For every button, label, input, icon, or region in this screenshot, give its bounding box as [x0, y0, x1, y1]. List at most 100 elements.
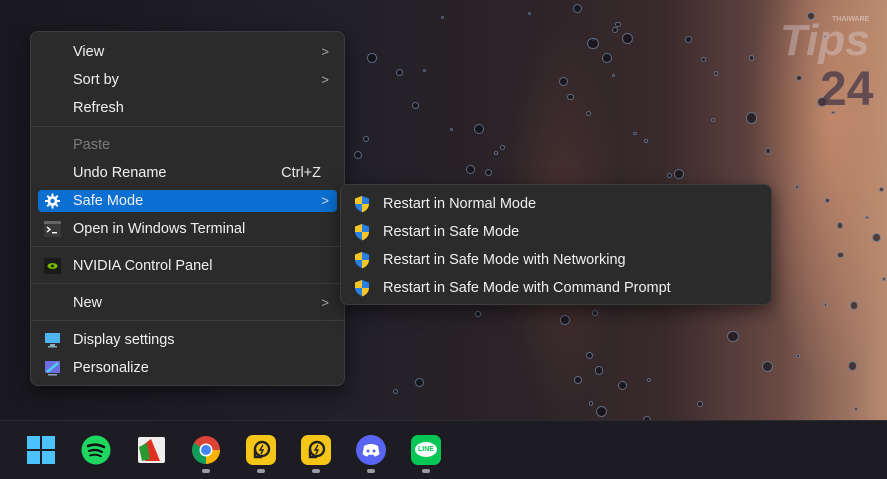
menu-label: NVIDIA Control Panel: [73, 258, 213, 274]
raindrop: [493, 150, 498, 155]
menu-label: Sort by: [73, 72, 119, 88]
uac-shield-icon: [355, 280, 369, 297]
chevron-right-icon: >: [321, 193, 329, 208]
raindrop: [612, 26, 619, 34]
raindrop: [414, 377, 424, 387]
raindrop: [761, 360, 774, 373]
menu-item-display-settings[interactable]: Display settings: [38, 329, 337, 351]
raindrop: [395, 68, 404, 76]
submenu-item-restart-safe-networking[interactable]: Restart in Safe Mode with Networking: [349, 248, 763, 272]
terminal-icon: [44, 221, 61, 237]
raindrop: [392, 389, 398, 395]
submenu-item-restart-safe-cmd[interactable]: Restart in Safe Mode with Command Prompt: [349, 276, 763, 300]
nvidia-icon: [44, 258, 61, 274]
raindrop: [440, 15, 445, 20]
menu-label: Personalize: [73, 360, 149, 376]
raindrop: [881, 276, 887, 282]
raindrop: [596, 406, 608, 418]
submenu-item-restart-safe-mode[interactable]: Restart in Safe Mode: [349, 220, 763, 244]
menu-separator: [31, 246, 344, 247]
running-indicator: [312, 469, 320, 473]
line-label: LINE: [415, 442, 437, 457]
raindrop: [450, 127, 454, 131]
raindrop: [473, 124, 484, 135]
raindrop: [879, 187, 885, 193]
line-icon[interactable]: LINE: [411, 435, 441, 465]
raindrop: [697, 401, 704, 408]
running-indicator: [202, 469, 210, 473]
menu-label: Restart in Safe Mode: [383, 224, 520, 240]
raindrop: [567, 93, 574, 101]
menu-item-open-terminal[interactable]: Open in Windows Terminal: [38, 218, 337, 240]
raindrop: [685, 36, 692, 43]
raindrop: [573, 375, 583, 384]
shortcut-text: Ctrl+Z: [281, 165, 321, 181]
discord-icon[interactable]: [356, 435, 386, 465]
menu-item-new[interactable]: New >: [38, 292, 337, 314]
raindrop: [849, 301, 859, 310]
desktop-context-menu: View > Sort by > Refresh Paste Undo Rename…: [30, 31, 345, 386]
raindrop: [666, 172, 673, 179]
raindrop: [710, 117, 716, 123]
menu-item-sort-by[interactable]: Sort by >: [38, 69, 337, 91]
ldplayer-icon[interactable]: [246, 435, 276, 465]
menu-item-safe-mode[interactable]: Safe Mode >: [38, 190, 337, 212]
menu-separator: [31, 320, 344, 321]
chevron-right-icon: >: [321, 72, 329, 87]
menu-item-refresh[interactable]: Refresh: [38, 97, 337, 119]
raindrop: [847, 361, 858, 372]
menu-item-nvidia-control-panel[interactable]: NVIDIA Control Panel: [38, 255, 337, 277]
raindrop: [713, 70, 719, 76]
raindrop: [465, 165, 475, 175]
chevron-right-icon: >: [321, 295, 329, 310]
menu-item-undo-rename[interactable]: Undo Rename Ctrl+Z: [38, 162, 337, 184]
uac-shield-icon: [355, 252, 369, 269]
raindrop: [745, 112, 758, 124]
display-icon: [45, 333, 60, 348]
spotify-icon[interactable]: [81, 435, 111, 465]
menu-label: New: [73, 295, 103, 311]
menu-label: Undo Rename: [73, 165, 167, 181]
raindrop: [872, 233, 882, 242]
menu-label: Open in Windows Terminal: [73, 221, 246, 237]
raindrop: [601, 52, 613, 63]
raindrop: [749, 55, 755, 61]
faststone-icon[interactable]: [137, 435, 167, 465]
taskbar: LINE: [0, 420, 887, 479]
safe-mode-submenu: Restart in Normal Mode Restart in Safe M…: [340, 184, 772, 305]
raindrop: [823, 303, 828, 307]
chrome-icon[interactable]: [191, 435, 221, 465]
raindrop: [412, 102, 419, 110]
raindrop: [633, 132, 637, 136]
submenu-item-restart-normal[interactable]: Restart in Normal Mode: [349, 192, 763, 216]
raindrop: [353, 151, 363, 160]
raindrop: [367, 53, 377, 63]
menu-item-paste: Paste: [38, 134, 337, 156]
raindrop: [558, 77, 568, 87]
raindrop: [621, 32, 633, 44]
ldplayer-icon[interactable]: [301, 435, 331, 465]
raindrop: [824, 197, 830, 203]
raindrop: [527, 11, 532, 16]
menu-label: Safe Mode: [73, 193, 144, 209]
raindrop: [865, 216, 869, 220]
raindrop: [837, 251, 844, 259]
raindrop: [475, 310, 481, 317]
menu-item-view[interactable]: View >: [38, 41, 337, 63]
menu-item-personalize[interactable]: Personalize: [38, 357, 337, 379]
raindrop: [588, 401, 594, 407]
menu-separator: [31, 283, 344, 284]
raindrop: [643, 138, 649, 144]
raindrop: [362, 135, 370, 143]
raindrop: [854, 407, 859, 412]
menu-label: Restart in Safe Mode with Networking: [383, 252, 626, 268]
raindrop: [647, 378, 652, 383]
windows-start-icon[interactable]: [26, 435, 56, 465]
menu-label: Refresh: [73, 100, 124, 116]
raindrop: [795, 184, 800, 189]
menu-label: Display settings: [73, 332, 175, 348]
raindrop: [836, 221, 844, 229]
personalize-icon: [45, 361, 60, 376]
raindrop: [727, 330, 739, 342]
running-indicator: [422, 469, 430, 473]
